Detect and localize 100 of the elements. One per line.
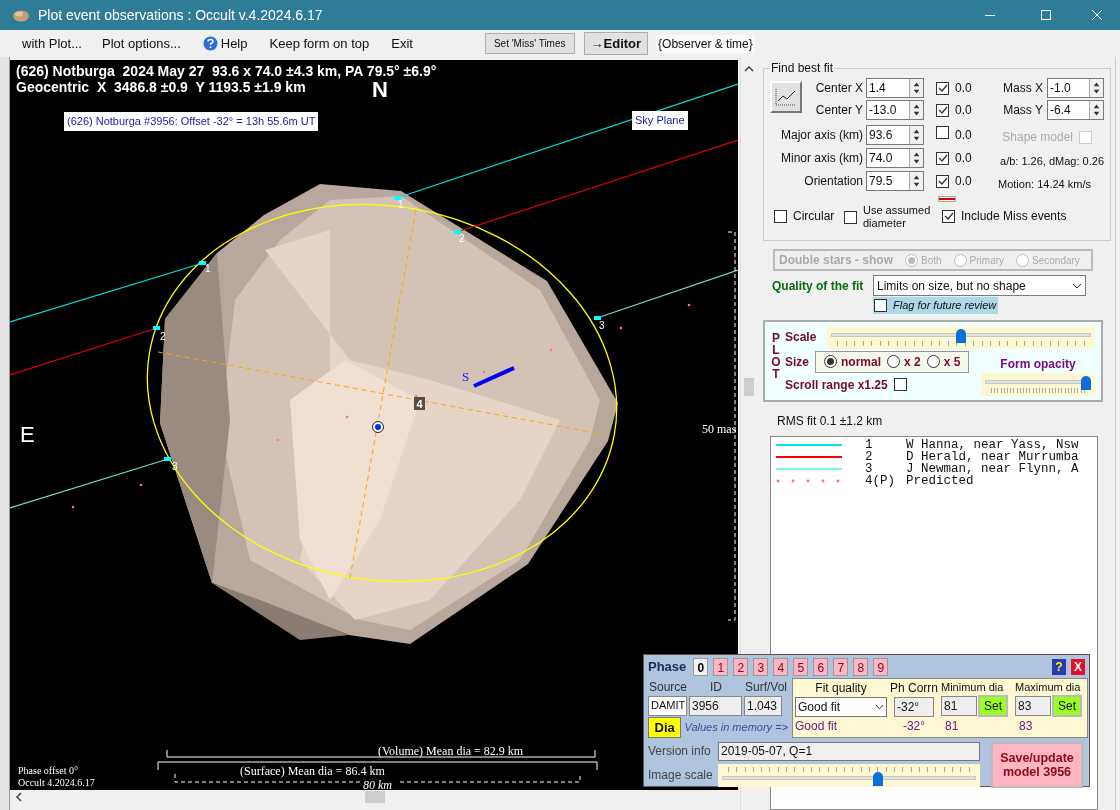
checkbox[interactable] (844, 210, 857, 224)
menu-item[interactable]: Keep form on top (269, 33, 370, 54)
window-title: Plot event observations : Occult v.4.2024.6.17 (38, 5, 323, 25)
radio-button[interactable] (1016, 253, 1030, 267)
step-value: 0.0 (955, 80, 973, 97)
spinner-icon (1089, 79, 1103, 97)
spin-field[interactable]: 93.6 (866, 125, 924, 145)
phase-button[interactable]: 5 (793, 657, 809, 676)
radio-button[interactable] (905, 253, 919, 267)
slider[interactable] (981, 372, 1095, 396)
version-info-label: Version info (648, 743, 712, 760)
radio-button[interactable] (887, 355, 900, 369)
line-color-swatch[interactable] (938, 196, 956, 202)
spin-field[interactable]: -6.4 (1047, 100, 1104, 120)
checkbox[interactable] (774, 209, 787, 223)
id-field: 3956 (689, 695, 742, 716)
line-chart-icon (775, 88, 797, 106)
phase-button[interactable]: 2 (733, 657, 749, 676)
checkbox[interactable] (942, 209, 955, 223)
phase-button[interactable]: 7 (833, 657, 849, 676)
radio-button[interactable] (824, 355, 837, 369)
dia-field: 83 (1015, 696, 1051, 716)
app-icon (12, 8, 30, 22)
scroll-thumb[interactable] (365, 791, 385, 803)
column-label: Source (648, 678, 688, 696)
plot-header-text: Geocentric X 3486.8 ±0.9 Y 1193.5 ±1.9 km (16, 79, 306, 95)
dia-button[interactable]: Dia (648, 716, 682, 738)
checkbox[interactable] (893, 378, 907, 392)
spin-field[interactable]: 1.4 (866, 78, 924, 98)
spin-field[interactable]: -13.0 (866, 100, 924, 120)
checkbox[interactable] (936, 126, 949, 139)
slider-thumb[interactable] (1081, 375, 1091, 390)
chord-label: 1 (398, 199, 404, 210)
close-button[interactable]: X (1071, 658, 1085, 675)
surf-vol-field: 1.043 (744, 695, 782, 716)
observer-name: D Herald, near Murrumba (906, 450, 1079, 463)
spin-field[interactable]: -1.0 (1047, 78, 1104, 98)
checkbox[interactable] (936, 81, 949, 95)
volume-dia-label: (Volume) Mean dia = 82.9 km (378, 743, 524, 760)
checkbox[interactable] (936, 103, 949, 117)
parameter-label: Center X (814, 80, 864, 97)
chord-end-marker-icon (153, 326, 160, 330)
quality-dropdown[interactable]: Limits on size, but no shape (873, 275, 1086, 296)
phase-button[interactable]: 1 (713, 657, 729, 676)
menu-item[interactable]: with Plot... (22, 33, 82, 54)
radio-label: Primary (969, 253, 1005, 268)
memory-value: -32° (902, 717, 926, 735)
phase-button[interactable]: 6 (813, 657, 829, 676)
phase-button[interactable]: 4 (773, 657, 789, 676)
version-text: Occult 4.2024.6.17 (18, 776, 95, 790)
radio-button[interactable] (953, 253, 967, 267)
phase-button[interactable]: 9 (873, 657, 889, 676)
column-label: Surf/Vol (744, 678, 788, 696)
slider[interactable] (827, 325, 1095, 349)
column-label: Ph Corrn (890, 679, 938, 697)
spin-field[interactable]: 79.5 (866, 171, 924, 191)
phase-button[interactable]: 0 (693, 657, 709, 676)
menu-item[interactable]: Exit (391, 33, 413, 54)
toolbar-button[interactable]: →Editor (583, 32, 649, 55)
column-label: Minimum dia (941, 679, 1005, 695)
memory-value: 81 (945, 718, 960, 735)
legend-number: 2 (865, 450, 874, 463)
slider[interactable] (718, 763, 980, 787)
fit-quality-dropdown[interactable]: Good fit (795, 696, 887, 717)
phase-button[interactable]: 8 (853, 657, 869, 676)
slider-thumb[interactable] (956, 328, 966, 343)
help-button[interactable]: ? (1052, 658, 1066, 675)
checkbox[interactable] (936, 174, 949, 188)
radio-label: Both (921, 253, 942, 268)
menu-item[interactable]: Help (202, 33, 248, 54)
set-button[interactable]: Set (978, 695, 1008, 717)
spinner-icon (909, 149, 923, 167)
phase-button[interactable]: 3 (753, 657, 769, 676)
check-icon (937, 106, 948, 114)
chevron-down-icon (1072, 282, 1082, 289)
plot-side-letter: O (771, 355, 781, 368)
option-label: Use assumed diameter (863, 204, 932, 230)
set-button[interactable]: Set (1052, 695, 1082, 717)
shape-model-label: Shape model (1002, 129, 1073, 146)
toolbar-button[interactable]: Set 'Miss' Times (484, 33, 575, 54)
source-field: DAMIT (648, 695, 687, 716)
north-label: N (372, 76, 388, 104)
chord-end-marker-icon (394, 196, 401, 200)
save-model-button[interactable]: Save/update model 3956 (991, 741, 1083, 788)
collapse-caret-icon[interactable] (743, 65, 754, 73)
slider-thumb[interactable] (873, 771, 884, 786)
observer-name: Predicted (906, 474, 974, 487)
column-label: ID (709, 678, 723, 696)
menu-item[interactable]: Plot options... (101, 33, 181, 54)
checkbox[interactable] (936, 151, 949, 165)
spin-field[interactable]: 74.0 (866, 148, 924, 168)
chord-label: 3 (172, 461, 178, 472)
observer-name: W Hanna, near Yass, Nsw (906, 438, 1079, 451)
flag-label: Flag for future review (893, 298, 997, 314)
scroll-thumb[interactable] (743, 378, 754, 396)
checkbox[interactable] (874, 298, 887, 312)
chart-button[interactable] (770, 81, 802, 113)
radio-button[interactable] (926, 355, 940, 369)
mass-label: Mass X (1003, 80, 1044, 97)
chord-label: 1 (205, 263, 211, 274)
